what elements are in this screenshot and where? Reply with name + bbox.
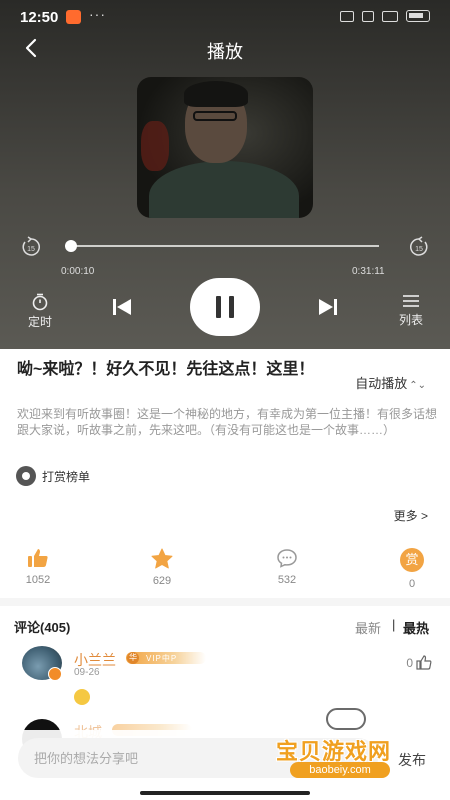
like-count: 1052 [25,574,51,586]
episode-title: 呦~来啦？！好久不见！先往这点！这里！ [17,361,315,378]
like-button[interactable]: 1052 [18,548,58,586]
pause-icon [216,296,221,318]
chevron-updown-icon: ⌃⌄ [409,380,426,391]
battery-icon [406,10,430,22]
comment-like-count: 0 [406,655,413,670]
page-title: 播放 [207,42,243,62]
sort-separator: | [392,617,396,632]
signal-icon [382,10,398,22]
current-time: 0:00:10 [61,266,95,277]
reward-icon: 赏 [400,548,424,572]
comment-like-button[interactable]: 0 [406,655,432,670]
wifi-icon [362,10,374,22]
watermark-url: baobeiy.com [290,762,390,778]
autoplay-label: 自动播放 [355,376,408,391]
comment-date: 09-26 [74,667,100,678]
rewind-15-icon[interactable]: 15 [20,236,42,258]
pause-button[interactable] [190,278,260,336]
timer-icon [32,293,48,311]
home-indicator [140,791,310,795]
next-track-icon[interactable] [316,297,340,317]
reward-button[interactable]: 赏 0 [392,548,432,590]
episode-description: 欢迎来到有听故事圈！这是一个神秘的地方，有幸成为第一位主播！有很多话想跟大家说，… [17,407,438,437]
status-time: 12:50 [20,9,59,26]
progress-thumb[interactable] [65,240,77,252]
svg-text:15: 15 [415,246,423,253]
star-icon [151,548,173,569]
more-notifications-icon: ··· [89,6,106,22]
player-panel: 12:50 ··· 播放 15 15 0:00:10 0:31:11 定时 列表 [0,0,450,349]
autoplay-toggle[interactable]: 自动播放 ⌃⌄ [355,373,426,392]
watermark-logo: 宝贝游戏网 baobeiy.com [276,706,426,782]
sort-hot-tab[interactable]: 最热 [403,618,429,637]
previous-track-icon[interactable] [110,297,134,317]
thumbs-up-outline-icon [416,655,432,670]
app-notification-icon [66,10,81,24]
trophy-icon [16,466,36,486]
section-divider [0,598,450,606]
favorite-button[interactable]: 629 [142,548,182,587]
vip-level-badge: 华 VIP中P [126,652,206,664]
playlist-button[interactable]: 列表 [391,293,431,328]
comment-bubble-icon [277,549,297,568]
mute-icon [340,10,354,22]
reward-rank-label: 打赏榜单 [42,469,91,484]
status-icons [340,10,430,22]
status-bar: 12:50 ··· [0,0,450,34]
timer-label: 定时 [27,315,52,329]
reward-count: 0 [408,578,416,590]
verified-badge-icon [48,667,62,681]
reward-rank-link[interactable]: 打赏榜单 [16,466,90,486]
list-icon [403,295,419,307]
comment-count-button[interactable]: 532 [267,548,307,586]
more-link[interactable]: 更多 > [394,507,428,524]
comments-title: 评论(405) [14,620,71,635]
comment-count: 532 [277,574,297,586]
smile-emoji-icon [74,689,90,705]
thumbs-up-icon [28,549,48,567]
progress-track[interactable] [71,245,379,247]
album-cover [137,77,313,218]
sleep-timer-button[interactable]: 定时 [20,293,60,330]
sort-newest-tab[interactable]: 最新 [355,618,381,637]
favorite-count: 629 [152,575,172,587]
total-time: 0:31:11 [352,266,385,277]
list-label: 列表 [398,313,423,327]
gamepad-icon [326,708,366,730]
forward-15-icon[interactable]: 15 [408,236,430,258]
svg-text:15: 15 [27,246,35,253]
